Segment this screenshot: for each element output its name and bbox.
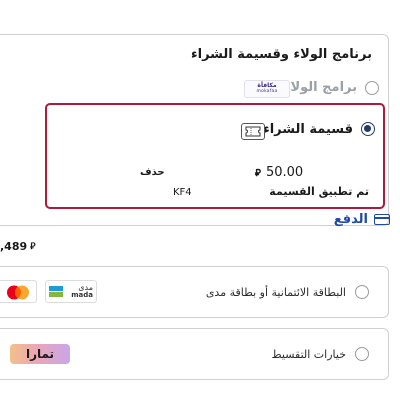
order-total-value: ,489 bbox=[0, 240, 28, 253]
voucher-applied-label: تم تطبيق القسيمة bbox=[269, 185, 369, 198]
installments-option-card[interactable]: خيارات التقسيط تمارا bbox=[0, 328, 389, 380]
voucher-delete-button[interactable]: حذف bbox=[140, 167, 165, 178]
voucher-radio[interactable] bbox=[361, 122, 375, 136]
order-total: ,489 ⃁ bbox=[0, 240, 36, 253]
tamara-logo: تمارا bbox=[10, 344, 70, 364]
mastercard-logo bbox=[0, 280, 37, 303]
card-payment-radio[interactable] bbox=[355, 285, 369, 299]
loyalty-section-title: برنامج الولاء وقسيمة الشراء bbox=[190, 47, 372, 62]
riyal-currency-icon: ⃁ bbox=[255, 168, 261, 179]
payment-title: الدفع bbox=[333, 212, 368, 227]
voucher-applied-code: KF4 bbox=[173, 187, 192, 198]
payment-header: الدفع bbox=[334, 212, 390, 227]
voucher-amount-value: 50.00 bbox=[265, 165, 304, 180]
mada-logo: مدى mada bbox=[45, 280, 97, 303]
voucher-amount: ⃁ 50.00 bbox=[255, 165, 303, 180]
loyalty-program-radio[interactable] bbox=[365, 81, 379, 95]
voucher-label[interactable]: قسيمة الشراء bbox=[263, 122, 353, 137]
riyal-currency-icon: ⃁ bbox=[30, 242, 36, 252]
voucher-option-highlight: قسيمة الشراء ⃁ 50.00 حذف تم تطبيق القسيم… bbox=[45, 103, 385, 209]
installments-label[interactable]: خيارات التقسيط bbox=[271, 348, 346, 361]
mokafaa-logo-en-text: mokafaa bbox=[256, 89, 278, 95]
loyalty-program-label[interactable]: برامج الولاء bbox=[284, 80, 357, 95]
mokafaa-logo: مكافأة mokafaa bbox=[244, 80, 290, 98]
installments-radio[interactable] bbox=[355, 347, 369, 361]
mada-stripes-icon bbox=[49, 286, 63, 297]
tamara-logo-text: تمارا bbox=[25, 347, 55, 361]
ticket-icon bbox=[241, 123, 265, 140]
payment-option-card[interactable]: البطاقة الائتمانية أو بطاقة مدى مدى mada bbox=[0, 266, 389, 318]
credit-card-icon bbox=[374, 214, 390, 225]
mada-logo-en-text: mada bbox=[71, 291, 93, 299]
card-payment-label[interactable]: البطاقة الائتمانية أو بطاقة مدى bbox=[206, 286, 346, 299]
